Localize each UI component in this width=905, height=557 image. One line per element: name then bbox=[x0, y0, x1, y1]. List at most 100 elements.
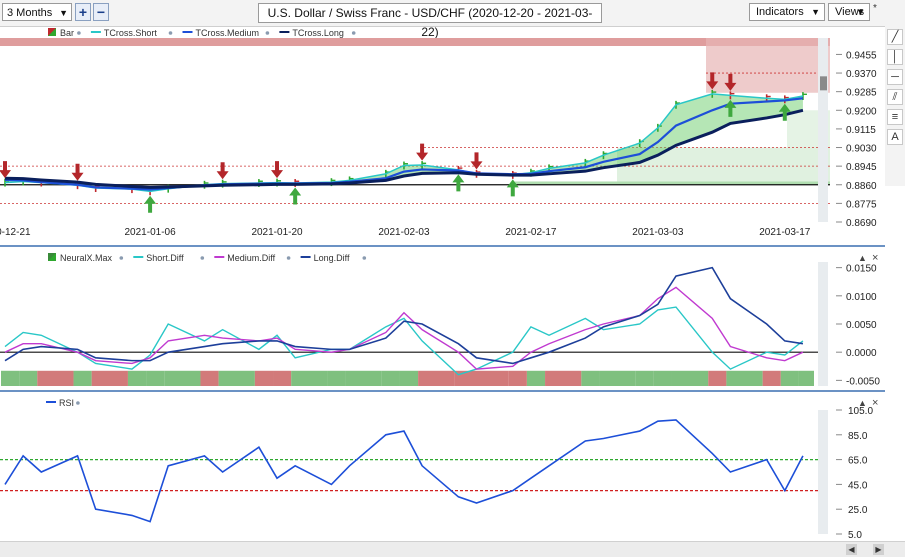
price-panel[interactable]: 0.9455 0.9370 0.9285 0.9200 0.9115 0.9030 0.89… bbox=[0, 28, 885, 247]
diff-line-short-diff bbox=[4, 306, 804, 376]
rsi-panel[interactable]: 105.085.065.045.025.05.0RSI ×▲ bbox=[0, 397, 878, 541]
date-x-tick: 2020-12-21 bbox=[0, 227, 31, 238]
rsi-y-tick: 5.0 bbox=[848, 530, 862, 541]
price-y-tick: 0.8860 bbox=[846, 181, 877, 192]
collapse-panel-icon: ▲ bbox=[858, 253, 867, 263]
scroll-left-icon[interactable]: ◀ bbox=[846, 544, 857, 555]
neuralx-band bbox=[671, 370, 709, 386]
price-axis-scale bbox=[818, 38, 828, 222]
legend-settings-dot bbox=[265, 31, 270, 35]
diff-y-tick: 0.0150 bbox=[846, 264, 877, 275]
neuralx-band bbox=[653, 370, 672, 386]
trend-diff-panel[interactable]: 0.0150 0.0100 0.0050 0.0000 -0.0050 NeuralX.M… bbox=[0, 252, 885, 392]
diff-line-medium-diff bbox=[4, 286, 804, 370]
legend-settings-dot bbox=[286, 256, 291, 260]
neuralx-band bbox=[381, 370, 400, 386]
rsi-y-tick: 65.0 bbox=[848, 456, 868, 467]
neuralx-band bbox=[472, 370, 509, 386]
legend-label-medium-diff: Medium.Diff bbox=[227, 253, 275, 263]
resistance-band bbox=[0, 38, 830, 46]
neuralx-band bbox=[146, 370, 165, 386]
drawing-tools: ╱ │ ─ ⫽ ≡ A bbox=[885, 26, 905, 186]
legend-settings-dot bbox=[77, 31, 81, 35]
neuralx-band bbox=[218, 370, 255, 386]
neuralx-band bbox=[526, 370, 546, 386]
price-y-tick: 0.8945 bbox=[846, 162, 877, 173]
price-y-tick: 0.9285 bbox=[846, 88, 877, 99]
legend-label-tcross-medium: TCross.Medium bbox=[196, 28, 260, 38]
legend-settings-dot bbox=[200, 256, 205, 260]
neuralx-band bbox=[545, 370, 582, 386]
legend-settings-dot bbox=[362, 256, 367, 260]
neuralx-band bbox=[345, 370, 382, 386]
legend-label-short-diff: Short.Diff bbox=[146, 253, 184, 263]
neuralx-band bbox=[418, 370, 455, 386]
diff-y-tick: 0.0100 bbox=[846, 292, 877, 303]
diff-y-tick: 0.0050 bbox=[846, 320, 877, 331]
legend-label-rsi: RSI bbox=[59, 398, 74, 408]
neuralx-band bbox=[37, 370, 74, 386]
close-panel-icon: × bbox=[872, 252, 878, 264]
price-y-tick: 0.9115 bbox=[846, 125, 876, 136]
legend-settings-dot bbox=[119, 256, 124, 260]
neuralx-band bbox=[635, 370, 654, 386]
channel-tool-icon[interactable]: ⫽ bbox=[887, 89, 903, 105]
legend-settings-dot bbox=[168, 31, 173, 35]
vertical-line-tool-icon[interactable]: │ bbox=[887, 49, 903, 65]
fibonacci-tool-icon[interactable]: ≡ bbox=[887, 109, 903, 125]
neuralx-band bbox=[254, 370, 274, 386]
legend-label-long-diff: Long.Diff bbox=[314, 253, 350, 263]
neuralx-band bbox=[327, 370, 346, 386]
resistance-zone bbox=[706, 38, 830, 93]
close-panel-icon: × bbox=[872, 397, 878, 409]
price-axis-handle bbox=[820, 76, 827, 91]
neuralx-band bbox=[508, 370, 527, 386]
neuralx-band bbox=[1, 370, 20, 386]
diff-axis-scale bbox=[818, 262, 828, 386]
legend-label-tcross-long: TCross.Long bbox=[292, 28, 344, 38]
neuralx-band bbox=[399, 370, 419, 386]
rsi-line bbox=[4, 419, 804, 523]
date-x-tick: 2021-02-17 bbox=[505, 227, 557, 238]
legend-label-tcross-short: TCross.Short bbox=[104, 28, 158, 38]
price-y-tick: 0.8775 bbox=[846, 199, 877, 210]
neuralx-band bbox=[200, 370, 219, 386]
price-y-tick: 0.9370 bbox=[846, 69, 877, 80]
date-x-tick: 2021-03-03 bbox=[632, 227, 684, 238]
neuralx-band bbox=[19, 370, 38, 386]
legend-label-neuralx-max: NeuralX.Max bbox=[60, 253, 113, 263]
neuralx-band bbox=[291, 370, 328, 386]
text-tool-icon[interactable]: A bbox=[887, 129, 903, 145]
rsi-y-tick: 45.0 bbox=[848, 480, 868, 491]
date-x-tick: 2021-02-03 bbox=[378, 227, 430, 238]
neuralx-band bbox=[798, 370, 814, 386]
rsi-y-tick: 25.0 bbox=[848, 505, 868, 516]
date-x-tick: 2021-01-06 bbox=[125, 227, 177, 238]
date-x-tick: 2021-03-17 bbox=[759, 227, 811, 238]
chart-canvas[interactable]: 0.9455 0.9370 0.9285 0.9200 0.9115 0.9030 0.89… bbox=[0, 0, 885, 541]
neuralx-band bbox=[127, 370, 147, 386]
horizontal-scrollbar[interactable]: ◀ ▶ bbox=[0, 541, 905, 557]
neuralx-band bbox=[91, 370, 128, 386]
horizontal-line-tool-icon[interactable]: ─ bbox=[887, 69, 903, 85]
legend-settings-dot bbox=[351, 31, 356, 35]
collapse-panel-icon: ▲ bbox=[858, 398, 867, 408]
trendline-tool-icon[interactable]: ╱ bbox=[887, 29, 903, 45]
diff-y-tick: 0.0000 bbox=[846, 348, 877, 359]
date-x-tick: 2021-01-20 bbox=[251, 227, 303, 238]
scroll-right-icon[interactable]: ▶ bbox=[873, 544, 884, 555]
neuralx-band bbox=[599, 370, 636, 386]
price-y-tick: 0.8690 bbox=[846, 218, 877, 229]
neuralx-band bbox=[73, 370, 92, 386]
neuralx-band bbox=[780, 370, 799, 386]
legend-label-bar: Bar bbox=[60, 28, 74, 38]
neuralx-band bbox=[273, 370, 292, 386]
legend-settings-dot bbox=[76, 401, 80, 405]
neuralx-band bbox=[726, 370, 763, 386]
price-y-tick: 0.9030 bbox=[846, 144, 877, 155]
rsi-y-tick: 85.0 bbox=[848, 431, 868, 442]
neuralx-band bbox=[708, 370, 727, 386]
rsi-axis-scale bbox=[818, 410, 828, 534]
price-y-tick: 0.9200 bbox=[846, 106, 877, 117]
neuralx-band bbox=[581, 370, 600, 386]
